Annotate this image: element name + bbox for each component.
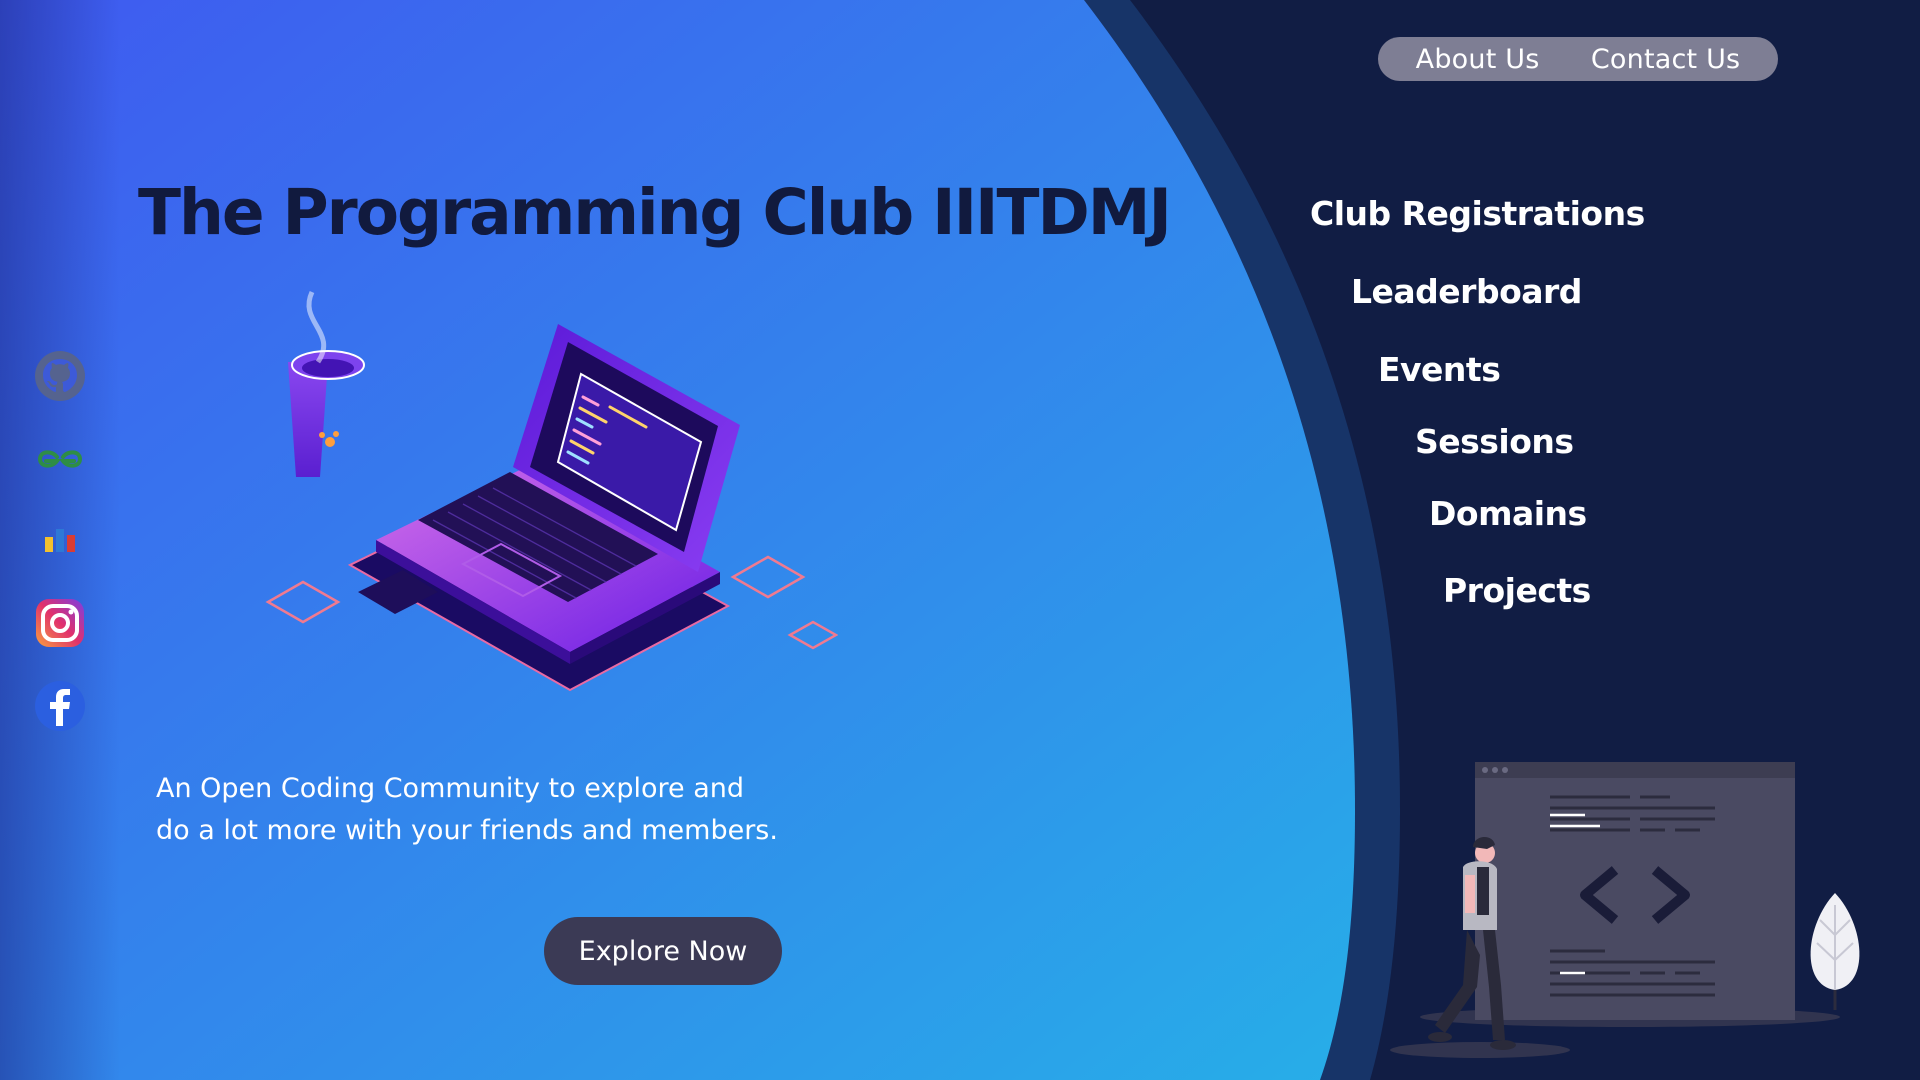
tagline-line-1: An Open Coding Community to explore and bbox=[156, 773, 745, 804]
menu-item-club-registrations[interactable]: Club Registrations bbox=[1310, 194, 1645, 233]
menu-item-events[interactable]: Events bbox=[1378, 350, 1501, 389]
hero-tagline: An Open Coding Community to explore and … bbox=[156, 768, 856, 852]
developer-illustration bbox=[1390, 762, 1860, 1058]
menu-item-domains[interactable]: Domains bbox=[1429, 494, 1587, 533]
tagline-line-2: do a lot more with your friends and memb… bbox=[156, 815, 778, 846]
about-us-link[interactable]: About Us bbox=[1416, 44, 1540, 75]
instagram-icon[interactable] bbox=[34, 597, 86, 649]
codechef-icon[interactable] bbox=[34, 515, 86, 567]
facebook-icon[interactable] bbox=[34, 680, 86, 732]
github-icon[interactable] bbox=[34, 350, 86, 402]
menu-item-leaderboard[interactable]: Leaderboard bbox=[1351, 272, 1582, 311]
laptop-illustration bbox=[265, 290, 838, 692]
contact-us-link[interactable]: Contact Us bbox=[1591, 44, 1740, 75]
page-title: The Programming Club IIITDMJ bbox=[138, 176, 1172, 249]
geeksforgeeks-icon[interactable] bbox=[34, 433, 86, 485]
menu-item-sessions[interactable]: Sessions bbox=[1415, 422, 1574, 461]
explore-now-button[interactable]: Explore Now bbox=[544, 917, 782, 985]
menu-item-projects[interactable]: Projects bbox=[1443, 571, 1591, 610]
page: About Us Contact Us The Programming Club… bbox=[0, 0, 1920, 1080]
top-nav: About Us Contact Us bbox=[1378, 37, 1778, 81]
